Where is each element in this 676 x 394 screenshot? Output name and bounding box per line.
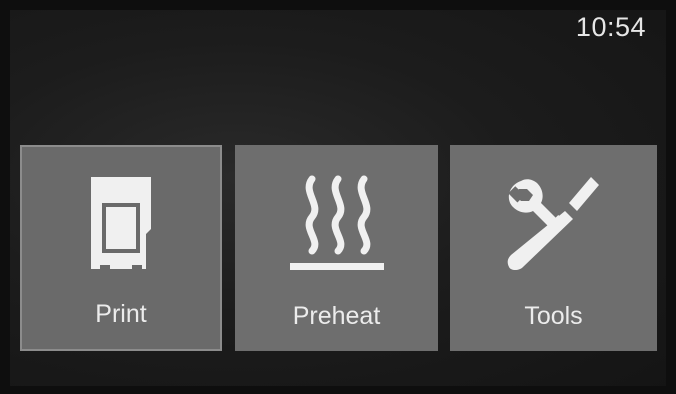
display-screen: 10:54 Print Preheat Tools bbox=[0, 0, 676, 394]
tools-label: Tools bbox=[524, 302, 583, 330]
bezel bbox=[0, 386, 676, 394]
bezel bbox=[666, 0, 676, 394]
print-button[interactable]: Print bbox=[20, 145, 222, 351]
preheat-label: Preheat bbox=[292, 302, 381, 330]
preheat-button[interactable]: Preheat bbox=[235, 145, 438, 351]
bezel bbox=[0, 0, 676, 10]
clock: 10:54 bbox=[575, 12, 646, 42]
tools-button[interactable]: Tools bbox=[450, 145, 657, 351]
wrench-screwdriver-icon bbox=[507, 177, 599, 270]
bezel bbox=[0, 0, 10, 394]
print-label: Print bbox=[95, 300, 147, 328]
sd-card-icon bbox=[91, 177, 151, 271]
heat-waves-icon bbox=[289, 175, 384, 270]
